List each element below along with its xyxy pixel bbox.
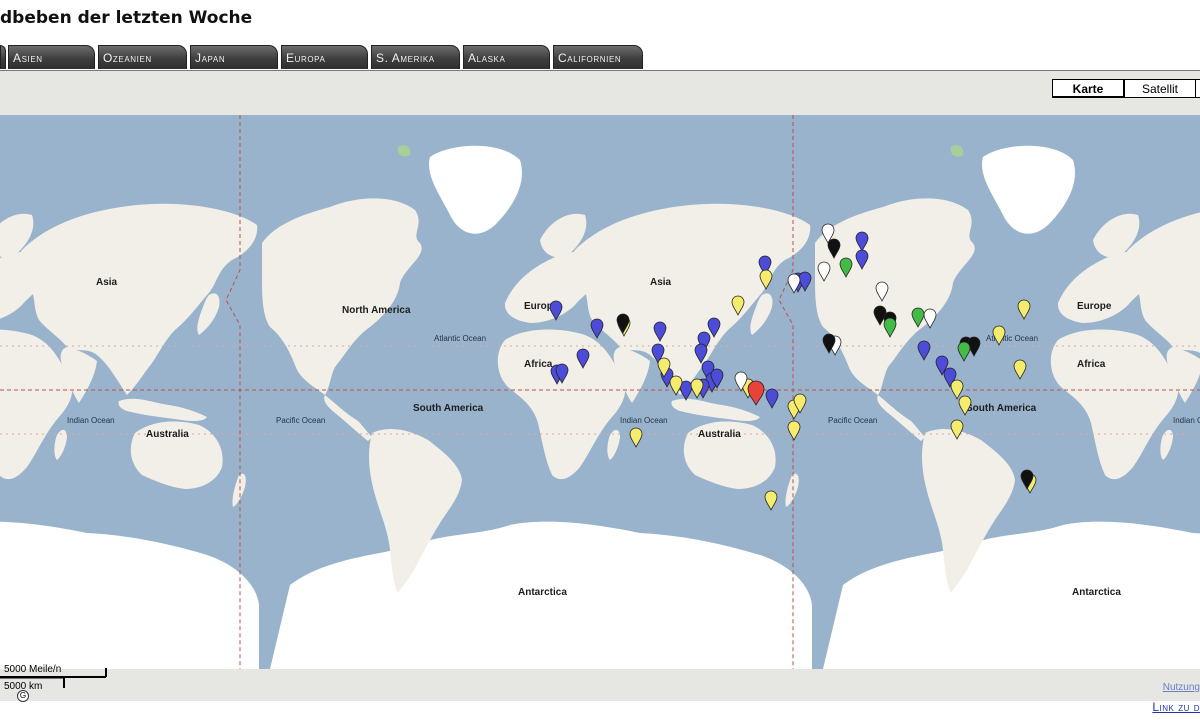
region-tabs: Asien Ozeanien Japan Europa S. Amerika A… <box>0 45 1200 70</box>
label-indian: Indian Ocean <box>67 416 115 425</box>
label-africa: Africa <box>1077 359 1106 370</box>
tab-californien[interactable]: Californien <box>553 45 643 69</box>
tab-europa[interactable]: Europa <box>281 45 368 69</box>
map-scale: 5000 Meile/n 5000 km <box>0 664 110 696</box>
google-logo-icon: G <box>17 690 29 702</box>
label-australia: Australia <box>698 429 741 440</box>
tab-japan[interactable]: Japan <box>190 45 278 69</box>
map-type-karte-button[interactable]: Karte <box>1052 79 1125 98</box>
label-atlantic: Atlantic Ocean <box>434 334 486 343</box>
scale-miles: 5000 Meile/n <box>4 664 62 675</box>
map-type-satellit-button[interactable]: Satellit <box>1124 79 1196 98</box>
label-europe: Europe <box>1077 301 1112 312</box>
label-pacific: Pacific Ocean <box>276 416 325 425</box>
label-south-america: South America <box>413 403 484 414</box>
world-map[interactable]: Asia Asia Europe Europe Africa Africa Au… <box>0 115 1200 669</box>
map-frame: Karte Satellit Asia Asia Europe Europe A… <box>0 70 1200 701</box>
tab-partial[interactable] <box>0 45 6 69</box>
tab-ozeanien[interactable]: Ozeanien <box>98 45 187 69</box>
label-australia: Australia <box>146 429 189 440</box>
label-antarctica: Antarctica <box>518 587 567 598</box>
map-type-hybrid-button[interactable] <box>1195 79 1200 98</box>
terms-link[interactable]: Nutzung <box>1163 682 1200 693</box>
label-indian: Indian Ocean <box>1173 416 1200 425</box>
selected-earthquake-marker <box>747 380 765 406</box>
label-indian: Indian Ocean <box>620 416 668 425</box>
label-asia: Asia <box>96 277 118 288</box>
map-canvas: Asia Asia Europe Europe Africa Africa Au… <box>0 115 1200 669</box>
label-africa: Africa <box>524 359 553 370</box>
page-title: dbeben der letzten Woche <box>0 8 253 28</box>
link-to-map[interactable]: Link zu d <box>1152 700 1200 714</box>
label-north-america: North America <box>342 305 411 316</box>
label-south-america: South America <box>966 403 1037 414</box>
label-pacific: Pacific Ocean <box>828 416 877 425</box>
label-antarctica: Antarctica <box>1072 587 1121 598</box>
tab-s-amerika[interactable]: S. Amerika <box>371 45 460 69</box>
tab-alaska[interactable]: Alaska <box>463 45 550 69</box>
label-asia: Asia <box>650 277 672 288</box>
tab-asien[interactable]: Asien <box>8 45 95 69</box>
